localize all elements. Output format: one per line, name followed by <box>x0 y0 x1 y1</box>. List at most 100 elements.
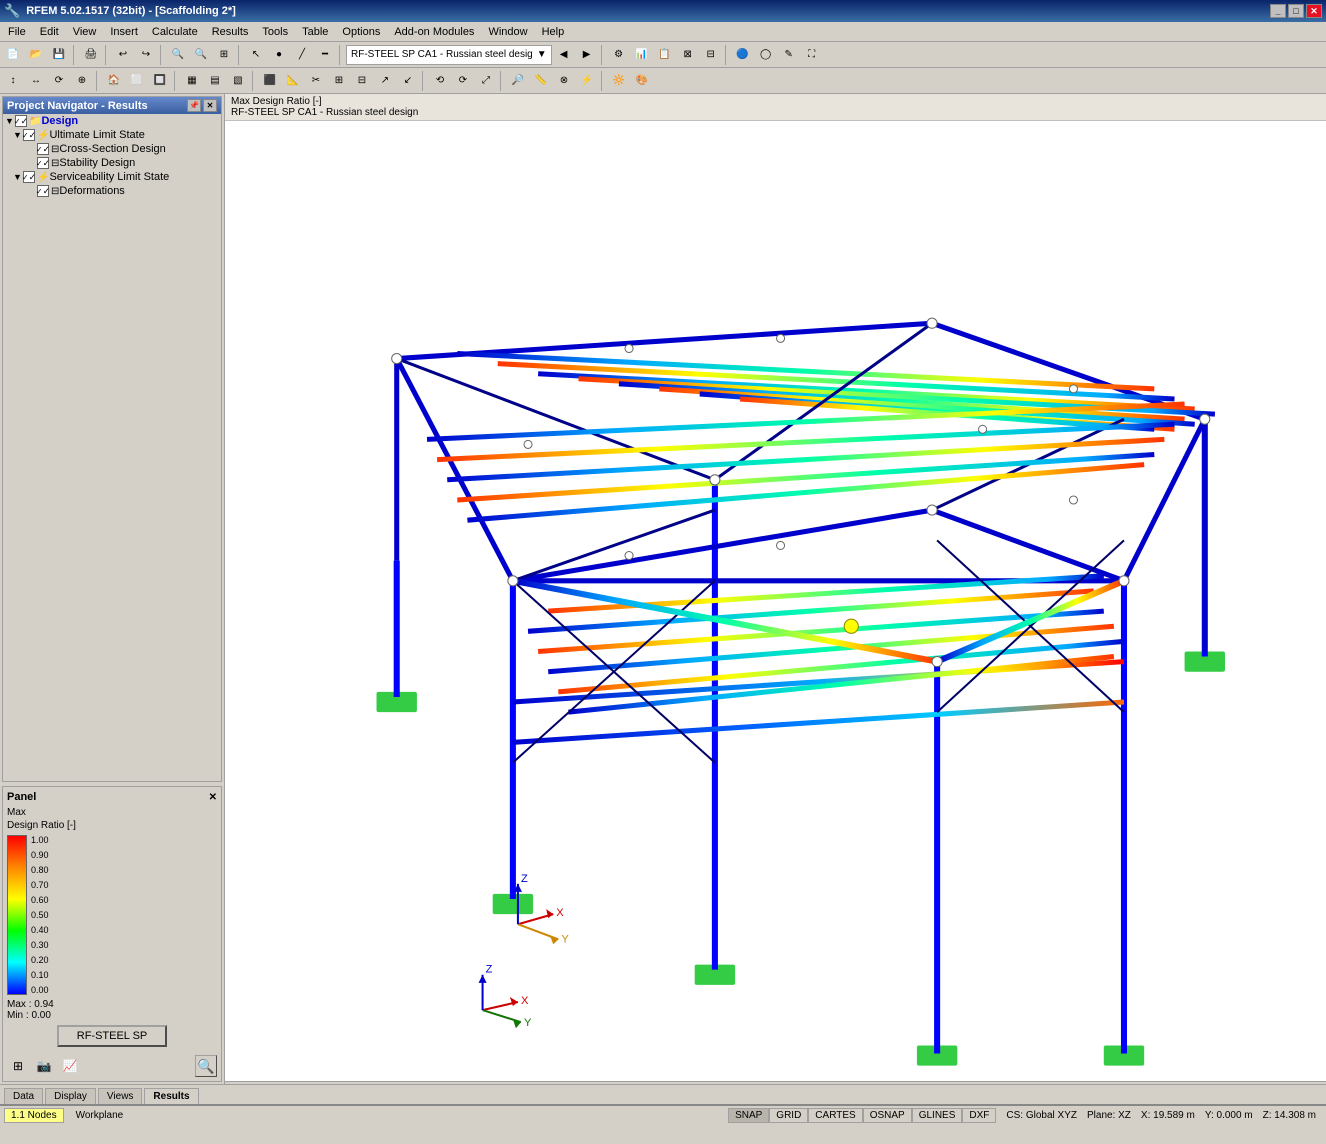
redo-button[interactable]: ↪ <box>135 44 157 66</box>
expand-icon: ▼ <box>5 116 13 126</box>
tb-btn-h[interactable]: ✎ <box>778 44 800 66</box>
node-button[interactable]: ● <box>268 44 290 66</box>
menu-tools[interactable]: Tools <box>256 24 294 40</box>
tb2-btn-a[interactable]: ↕ <box>2 70 24 92</box>
minimize-button[interactable]: _ <box>1270 4 1286 18</box>
tb-btn-g[interactable]: ◯ <box>755 44 777 66</box>
tb2-btn-c[interactable]: ⟳ <box>48 70 70 92</box>
menu-file[interactable]: File <box>2 24 32 40</box>
tree-item-design[interactable]: ▼ ✓ 📁 Design <box>3 114 221 128</box>
tree-item-deform[interactable]: ✓ ⊟ Deformations <box>3 184 221 198</box>
tb2-btn-p[interactable]: ↗ <box>374 70 396 92</box>
tb-btn-b[interactable]: 📊 <box>631 44 653 66</box>
menu-view[interactable]: View <box>67 24 103 40</box>
snap-indicator[interactable]: SNAP <box>728 1108 769 1123</box>
tb2-btn-f[interactable]: ⬜ <box>126 70 148 92</box>
panel-search-button[interactable]: 🔍 <box>195 1055 217 1077</box>
grid-indicator[interactable]: GRID <box>769 1108 808 1123</box>
tb2-btn-y[interactable]: 🔆 <box>608 70 630 92</box>
nav-pin-button[interactable]: 📌 <box>187 99 201 112</box>
panel-grid-icon[interactable]: ⊞ <box>7 1055 29 1077</box>
menu-results[interactable]: Results <box>206 24 255 40</box>
tb2-btn-q[interactable]: ↙ <box>397 70 419 92</box>
close-button[interactable]: ✕ <box>1306 4 1322 18</box>
tb2-btn-e[interactable]: 🏠 <box>103 70 125 92</box>
tb-btn-i[interactable]: ⛶ <box>801 44 823 66</box>
cartes-indicator[interactable]: CARTES <box>808 1108 862 1123</box>
back-button[interactable]: ◀ <box>553 44 575 66</box>
menu-options[interactable]: Options <box>336 24 386 40</box>
forward-button[interactable]: ▶ <box>576 44 598 66</box>
checkbox-stab[interactable]: ✓ <box>37 157 49 169</box>
tb2-btn-j[interactable]: ▧ <box>227 70 249 92</box>
tab-display[interactable]: Display <box>45 1088 96 1104</box>
tb2-btn-i[interactable]: ▤ <box>204 70 226 92</box>
menu-addon[interactable]: Add-on Modules <box>388 24 480 40</box>
tree-item-uls[interactable]: ▼ ✓ ⚡ Ultimate Limit State <box>3 128 221 142</box>
tb2-btn-k[interactable]: ⬛ <box>259 70 281 92</box>
panel-chart-icon[interactable]: 📈 <box>59 1055 81 1077</box>
menu-calculate[interactable]: Calculate <box>146 24 204 40</box>
member-button[interactable]: ━ <box>314 44 336 66</box>
print-button[interactable]: 🖨 <box>80 44 102 66</box>
open-button[interactable]: 📂 <box>25 44 47 66</box>
panel-camera-icon[interactable]: 📷 <box>33 1055 55 1077</box>
tb2-btn-n[interactable]: ⊞ <box>328 70 350 92</box>
tb2-btn-x[interactable]: ⚡ <box>576 70 598 92</box>
case-dropdown[interactable]: RF-STEEL SP CA1 - Russian steel desig ▼ <box>346 45 552 65</box>
tb-btn-d[interactable]: ⊠ <box>677 44 699 66</box>
tb-btn-f[interactable]: 🔵 <box>732 44 754 66</box>
line-button[interactable]: ╱ <box>291 44 313 66</box>
structure-canvas[interactable]: X Y Z X Y Z <box>225 121 1326 1081</box>
tb-btn-c[interactable]: 📋 <box>654 44 676 66</box>
tree-item-stability[interactable]: ✓ ⊟ Stability Design <box>3 156 221 170</box>
checkbox-sls[interactable]: ✓ <box>23 171 35 183</box>
tb2-btn-w[interactable]: ⊗ <box>553 70 575 92</box>
fit-button[interactable]: ⊞ <box>213 44 235 66</box>
menu-edit[interactable]: Edit <box>34 24 65 40</box>
tb2-btn-u[interactable]: 🔎 <box>507 70 529 92</box>
zoom-in-button[interactable]: 🔍 <box>167 44 189 66</box>
tb2-btn-t[interactable]: ⤢ <box>475 70 497 92</box>
restore-button[interactable]: □ <box>1288 4 1304 18</box>
nav-close-button[interactable]: ✕ <box>203 99 217 112</box>
tb-btn-e[interactable]: ⊟ <box>700 44 722 66</box>
menu-insert[interactable]: Insert <box>104 24 144 40</box>
menu-window[interactable]: Window <box>482 24 533 40</box>
select-button[interactable]: ↖ <box>245 44 267 66</box>
tb2-btn-l[interactable]: 📐 <box>282 70 304 92</box>
tab-results[interactable]: Results <box>144 1088 198 1104</box>
tree-item-sls[interactable]: ▼ ✓ ⚡ Serviceability Limit State <box>3 170 221 184</box>
checkbox-design[interactable]: ✓ <box>15 115 27 127</box>
menu-table[interactable]: Table <box>296 24 334 40</box>
tb2-btn-r[interactable]: ⟲ <box>429 70 451 92</box>
title-bar-buttons[interactable]: _ □ ✕ <box>1270 4 1322 18</box>
tb2-btn-d[interactable]: ⊕ <box>71 70 93 92</box>
checkbox-cs[interactable]: ✓ <box>37 143 49 155</box>
tab-data[interactable]: Data <box>4 1088 43 1104</box>
tb2-btn-b[interactable]: ↔ <box>25 70 47 92</box>
tb2-btn-o[interactable]: ⊟ <box>351 70 373 92</box>
tb2-btn-z[interactable]: 🎨 <box>631 70 653 92</box>
menu-help[interactable]: Help <box>536 24 571 40</box>
checkbox-uls[interactable]: ✓ <box>23 129 35 141</box>
undo-button[interactable]: ↩ <box>112 44 134 66</box>
tb2-btn-m[interactable]: ✂ <box>305 70 327 92</box>
legend-val-0.60: 0.60 <box>31 895 49 905</box>
rf-steel-button[interactable]: RF-STEEL SP <box>57 1025 167 1047</box>
panel-close-button[interactable]: ✕ <box>209 792 217 803</box>
glines-indicator[interactable]: GLINES <box>912 1108 963 1123</box>
osnap-indicator[interactable]: OSNAP <box>863 1108 912 1123</box>
tb2-btn-s[interactable]: ⟳ <box>452 70 474 92</box>
save-button[interactable]: 💾 <box>48 44 70 66</box>
zoom-out-button[interactable]: 🔍 <box>190 44 212 66</box>
checkbox-def[interactable]: ✓ <box>37 185 49 197</box>
tb2-btn-v[interactable]: 📏 <box>530 70 552 92</box>
new-button[interactable]: 📄 <box>2 44 24 66</box>
tree-item-crosssection[interactable]: ✓ ⊟ Cross-Section Design <box>3 142 221 156</box>
tb-btn-a[interactable]: ⚙ <box>608 44 630 66</box>
tb2-btn-h[interactable]: ▦ <box>181 70 203 92</box>
dxf-indicator[interactable]: DXF <box>962 1108 996 1123</box>
tab-views[interactable]: Views <box>98 1088 143 1104</box>
tb2-btn-g[interactable]: 🔲 <box>149 70 171 92</box>
